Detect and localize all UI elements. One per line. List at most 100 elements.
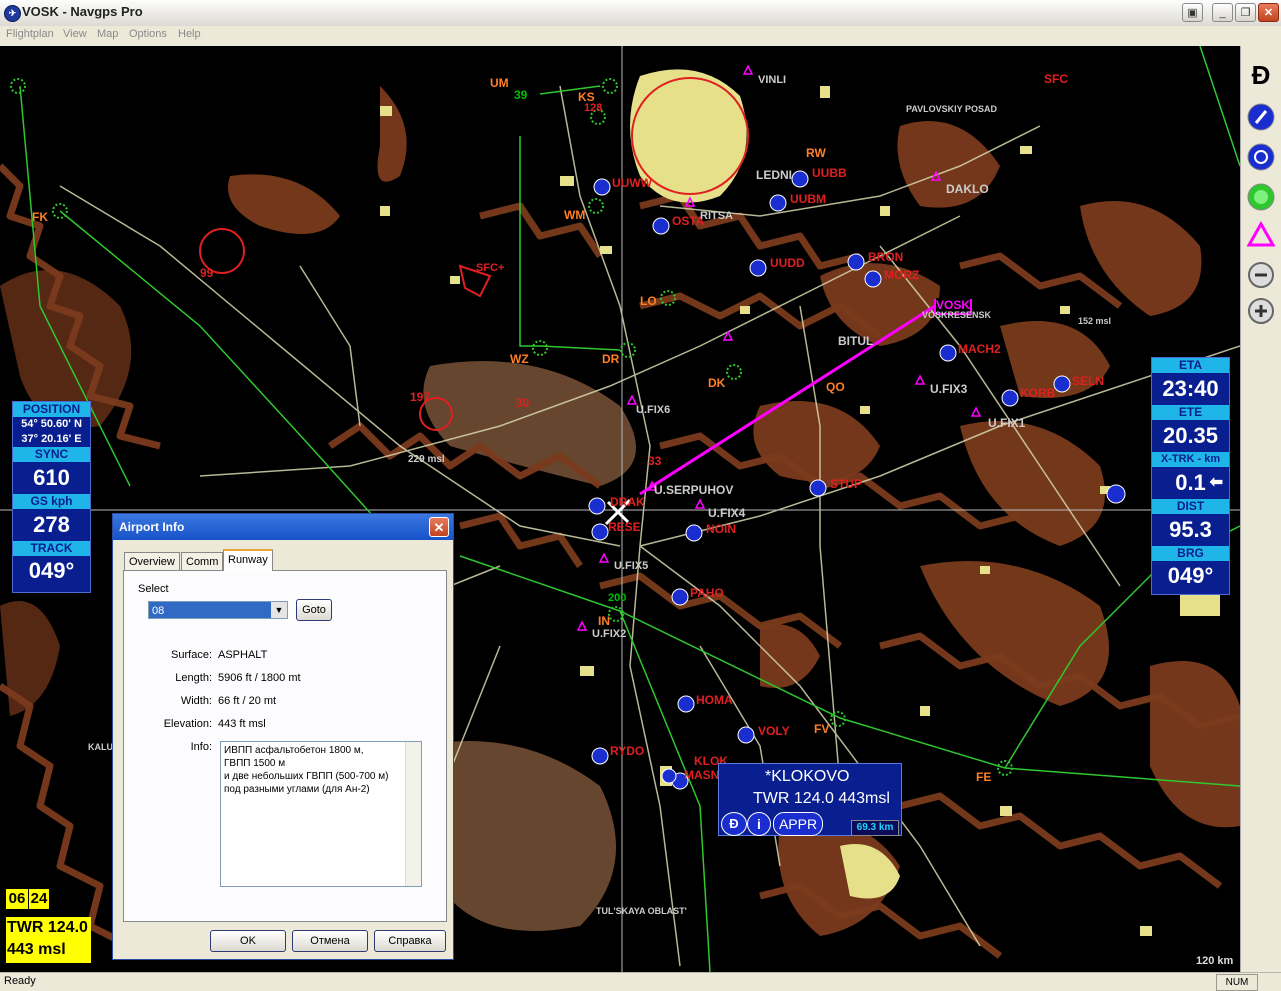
map-label: 30 bbox=[516, 396, 530, 410]
surface-label: Surface: bbox=[171, 649, 212, 661]
maximize-button[interactable]: ❐ bbox=[1235, 3, 1256, 22]
info-line: ГВПП 1500 м bbox=[224, 758, 286, 769]
menu-map[interactable]: Map bbox=[97, 28, 118, 40]
intersection-icon[interactable] bbox=[1246, 220, 1276, 250]
help-button[interactable]: Справка bbox=[374, 930, 446, 952]
map-label: RESE bbox=[608, 520, 641, 534]
latitude: 54° 50.60' N bbox=[21, 418, 82, 430]
map-label: 152 msl bbox=[1078, 316, 1112, 326]
tab-comm[interactable]: Comm bbox=[181, 552, 224, 570]
map-label: IN bbox=[598, 614, 610, 628]
brg-label: BRG bbox=[1152, 546, 1229, 561]
status-text: Ready bbox=[4, 975, 36, 987]
minimize-button[interactable]: _ bbox=[1212, 3, 1233, 22]
map-label: PAVLOVSKIY POSAD bbox=[906, 104, 998, 114]
map-label: FE bbox=[976, 770, 992, 784]
map-label: NOIN bbox=[706, 522, 736, 536]
map-label: DRAK bbox=[610, 495, 645, 509]
navigation-panel: ETA 23:40 ETE 20.35 X-TRK - km 0.1 ⬅ DIS… bbox=[1151, 357, 1230, 595]
map-label: 200 bbox=[608, 592, 627, 604]
help-window-button[interactable]: ▣ bbox=[1182, 3, 1203, 22]
appr-button[interactable]: APPR bbox=[773, 812, 823, 836]
info-label: Info: bbox=[190, 741, 212, 753]
runway-tab-panel: Select 08 ▼ Goto Surface: ASPHALT Length… bbox=[123, 570, 447, 922]
flight-info-panel: POSITION 54° 50.60' N 37° 20.16' E SYNC … bbox=[12, 401, 91, 593]
select-label: Select bbox=[138, 583, 169, 595]
map-label: SFC+ bbox=[476, 262, 505, 274]
info-line: и две небольших ГВПП (500-700 м) bbox=[224, 771, 389, 782]
map-label: MASN bbox=[684, 768, 720, 782]
map-label: LO bbox=[640, 294, 657, 308]
map-label: SFC bbox=[1044, 72, 1068, 86]
info-line: ИВПП асфальтобетон 1800 м, bbox=[224, 745, 364, 756]
chevron-down-icon[interactable]: ▼ bbox=[271, 602, 287, 618]
elevation-value: 443 ft msl bbox=[218, 718, 266, 730]
map-label: PAHO bbox=[690, 586, 724, 600]
minute-box: 24 bbox=[29, 889, 49, 909]
map-label: WM bbox=[564, 208, 586, 222]
waypoint-freq: TWR 124.0 443msl bbox=[753, 790, 890, 807]
gs-value: 278 bbox=[33, 512, 70, 537]
map-label: U.FIX3 bbox=[930, 382, 968, 396]
map-label: BITUL bbox=[838, 334, 874, 348]
tab-overview[interactable]: Overview bbox=[124, 552, 180, 570]
dialog-close-button[interactable]: ✕ bbox=[429, 517, 449, 537]
map-label: U.FIX2 bbox=[592, 628, 627, 640]
map-label: VOLY bbox=[758, 724, 790, 738]
length-label: Length: bbox=[175, 672, 212, 684]
ndb-icon[interactable] bbox=[1246, 182, 1276, 212]
gs-label: GS kph bbox=[13, 494, 90, 509]
info-textarea[interactable]: ИВПП асфальтобетон 1800 м, ГВПП 1500 м и… bbox=[220, 741, 422, 887]
map-label: VINLI bbox=[758, 74, 787, 86]
title-bar: ✈ VOSK - Navgps Pro ▣ _ ❐ ✕ bbox=[0, 0, 1281, 27]
xtrk-row: 0.1 ⬅ bbox=[1152, 467, 1229, 499]
tower-freq-box: TWR 124.0 443 msl bbox=[6, 917, 91, 963]
vor-icon[interactable] bbox=[1246, 142, 1276, 172]
info-scrollbar[interactable] bbox=[405, 742, 421, 886]
goto-icon[interactable]: Ð bbox=[721, 812, 747, 836]
map-label: UUWW bbox=[612, 176, 652, 190]
map-label: UUBM bbox=[790, 192, 826, 206]
goto-button[interactable]: Goto bbox=[296, 599, 332, 621]
map-label: RYDO bbox=[610, 744, 645, 758]
menu-options[interactable]: Options bbox=[129, 28, 167, 40]
menu-view[interactable]: View bbox=[63, 28, 87, 40]
menu-help[interactable]: Help bbox=[178, 28, 201, 40]
zoom-in-icon[interactable] bbox=[1246, 296, 1276, 326]
eta-label: ETA bbox=[1152, 358, 1229, 373]
runway-select[interactable]: 08 ▼ bbox=[148, 601, 288, 619]
airport-icon[interactable] bbox=[1246, 102, 1276, 132]
menu-bar: Flightplan View Map Options Help bbox=[0, 26, 1281, 46]
info-line: под разными углами (для Ан-2) bbox=[224, 784, 370, 795]
longitude: 37° 20.16' E bbox=[21, 433, 82, 445]
close-button[interactable]: ✕ bbox=[1258, 3, 1279, 22]
map-label: 99 bbox=[200, 266, 214, 280]
arrow-left-icon: ⬅ bbox=[1209, 474, 1223, 491]
zoom-out-icon[interactable] bbox=[1246, 260, 1276, 290]
map-label: TUL'SKAYA OBLAST' bbox=[596, 906, 687, 916]
map-label: SELN bbox=[1072, 374, 1105, 388]
map-label: MACH2 bbox=[958, 342, 1001, 356]
map-label: U.FIX4 bbox=[708, 506, 746, 520]
map-label: HOMA bbox=[696, 693, 733, 707]
status-bar: Ready NUM bbox=[0, 972, 1281, 991]
map-label: 197 bbox=[410, 390, 431, 404]
dialog-title: Airport Info bbox=[113, 514, 453, 540]
map-label: QO bbox=[826, 380, 845, 394]
right-toolbar: Ð bbox=[1240, 46, 1281, 972]
ete-label: ETE bbox=[1152, 405, 1229, 420]
tab-runway[interactable]: Runway bbox=[223, 549, 273, 571]
map-label: 33 bbox=[648, 454, 662, 468]
ok-button[interactable]: OK bbox=[210, 930, 286, 952]
num-lock-indicator: NUM bbox=[1216, 974, 1258, 991]
cancel-button[interactable]: Отмена bbox=[292, 930, 368, 952]
map-label: WZ bbox=[510, 352, 529, 366]
ete-value: 20.35 bbox=[1162, 423, 1219, 448]
map-label: RW bbox=[806, 146, 826, 160]
info-icon[interactable]: i bbox=[747, 812, 771, 836]
menu-flightplan[interactable]: Flightplan bbox=[6, 28, 54, 40]
waypoint-info-box[interactable]: *KLOKOVO TWR 124.0 443msl Ð i APPR 69.3 … bbox=[718, 763, 902, 836]
direct-to-icon[interactable]: Ð bbox=[1246, 60, 1276, 90]
length-value: 5906 ft / 1800 mt bbox=[218, 672, 301, 684]
dist-value: 95.3 bbox=[1169, 517, 1212, 542]
